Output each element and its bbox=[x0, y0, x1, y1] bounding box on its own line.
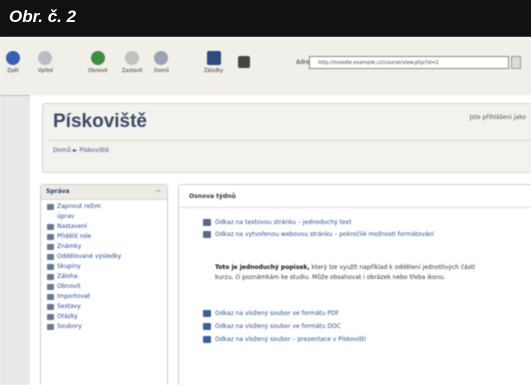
home-button[interactable]: Domů bbox=[154, 51, 169, 74]
forward-button[interactable]: Vpřed bbox=[38, 51, 53, 74]
pdf-file-icon bbox=[203, 310, 211, 317]
print-icon bbox=[238, 56, 250, 68]
files-icon bbox=[47, 324, 54, 330]
resource-link[interactable]: Odkaz na vložený soubor – prezentace v P… bbox=[203, 335, 515, 344]
bookmarks-icon bbox=[206, 51, 221, 65]
admin-item-outcomes[interactable]: Oddělované výsledky bbox=[47, 252, 167, 262]
figure-caption: Obr. č. 2 bbox=[9, 7, 77, 26]
admin-item-reports[interactable]: Sestavy bbox=[47, 302, 167, 312]
forward-arrow-icon bbox=[38, 51, 53, 65]
page-icon bbox=[203, 219, 211, 226]
edit-icon bbox=[47, 204, 54, 210]
login-info: Jste přihlášeni jako bbox=[469, 114, 526, 121]
stop-button[interactable]: Zastavit bbox=[122, 51, 142, 74]
backup-icon bbox=[47, 274, 54, 280]
grades-icon bbox=[47, 244, 54, 250]
admin-item-import[interactable]: Importovat bbox=[47, 292, 167, 302]
resource-link[interactable]: Odkaz na vložený soubor ve formátu PDF bbox=[203, 309, 515, 318]
stop-icon bbox=[125, 51, 140, 65]
figure-caption-bar: Obr. č. 2 bbox=[0, 0, 531, 37]
section-title: Osnova týdnů bbox=[189, 193, 236, 200]
admin-item-files[interactable]: Soubory bbox=[47, 322, 167, 332]
reload-button[interactable]: Obnovit bbox=[88, 51, 108, 74]
questions-icon bbox=[47, 314, 54, 320]
doc-file-icon bbox=[203, 323, 211, 330]
admin-item-editing-2[interactable]: úprav bbox=[47, 212, 167, 222]
admin-item-grades[interactable]: Známky bbox=[47, 242, 167, 252]
admin-item-questions[interactable]: Otázky bbox=[47, 312, 167, 322]
admin-menu: Zapnout režim úprav Nastavení Přidělit r… bbox=[41, 200, 167, 332]
admin-item-groups[interactable]: Skupiny bbox=[47, 262, 167, 272]
go-button[interactable] bbox=[511, 56, 521, 69]
admin-item-editing[interactable]: Zapnout režim bbox=[47, 202, 167, 212]
groups-icon bbox=[47, 264, 54, 270]
restore-icon bbox=[47, 284, 54, 290]
bookmarks-button[interactable]: Záložky bbox=[204, 51, 223, 74]
address-bar[interactable]: http://moodle.example.cz/course/view.php… bbox=[309, 56, 509, 69]
reports-icon bbox=[47, 304, 54, 310]
admin-item-restore[interactable]: Obnovit bbox=[47, 282, 167, 292]
admin-item-backup[interactable]: Záloha bbox=[47, 272, 167, 282]
collapse-icon[interactable]: − bbox=[155, 187, 161, 195]
browser-toolbar: Zpět Vpřed Obnovit Zastavit Domů Záložky… bbox=[0, 37, 531, 96]
admin-block: Správa − Zapnout režim úprav Nastavení P… bbox=[40, 184, 168, 385]
course-main: Osnova týdnů Odkaz na textovou stránku –… bbox=[178, 184, 531, 385]
settings-icon bbox=[47, 224, 54, 230]
resource-link[interactable]: Odkaz na vložený soubor ve formátu DOC bbox=[203, 322, 515, 331]
import-icon bbox=[47, 294, 54, 300]
admin-block-title: Správa bbox=[46, 188, 70, 195]
admin-item-roles[interactable]: Přidělit role bbox=[47, 232, 167, 242]
label-text: Toto je jednoduchý popisek, který lze vy… bbox=[215, 264, 475, 281]
page-icon bbox=[203, 231, 211, 238]
admin-block-header: Správa − bbox=[41, 185, 167, 200]
presentation-file-icon bbox=[203, 336, 211, 343]
resource-link[interactable]: Odkaz na textovou stránku – jednoduchý t… bbox=[203, 218, 515, 227]
site-header: Pískoviště Jste přihlášeni jako Domů ► P… bbox=[42, 103, 531, 173]
page-content: Pískoviště Jste přihlášeni jako Domů ► P… bbox=[30, 95, 531, 385]
admin-item-settings[interactable]: Nastavení bbox=[47, 222, 167, 232]
reload-icon bbox=[90, 51, 105, 65]
print-button[interactable] bbox=[238, 56, 250, 71]
roles-icon bbox=[47, 234, 54, 240]
navbar: Domů ► Pískoviště bbox=[49, 140, 531, 161]
section-header: Osnova týdnů bbox=[179, 185, 531, 208]
browser-screenshot: Zpět Vpřed Obnovit Zastavit Domů Záložky… bbox=[0, 37, 531, 385]
home-icon bbox=[154, 51, 169, 65]
back-button[interactable]: Zpět bbox=[6, 51, 20, 74]
resource-link[interactable]: Odkaz na vytvořenou webovou stránku – po… bbox=[203, 230, 465, 239]
site-title: Pískoviště bbox=[53, 111, 147, 132]
back-arrow-icon bbox=[6, 51, 20, 65]
breadcrumb[interactable]: Domů ► Pískoviště bbox=[53, 147, 109, 154]
outcomes-icon bbox=[47, 254, 54, 260]
